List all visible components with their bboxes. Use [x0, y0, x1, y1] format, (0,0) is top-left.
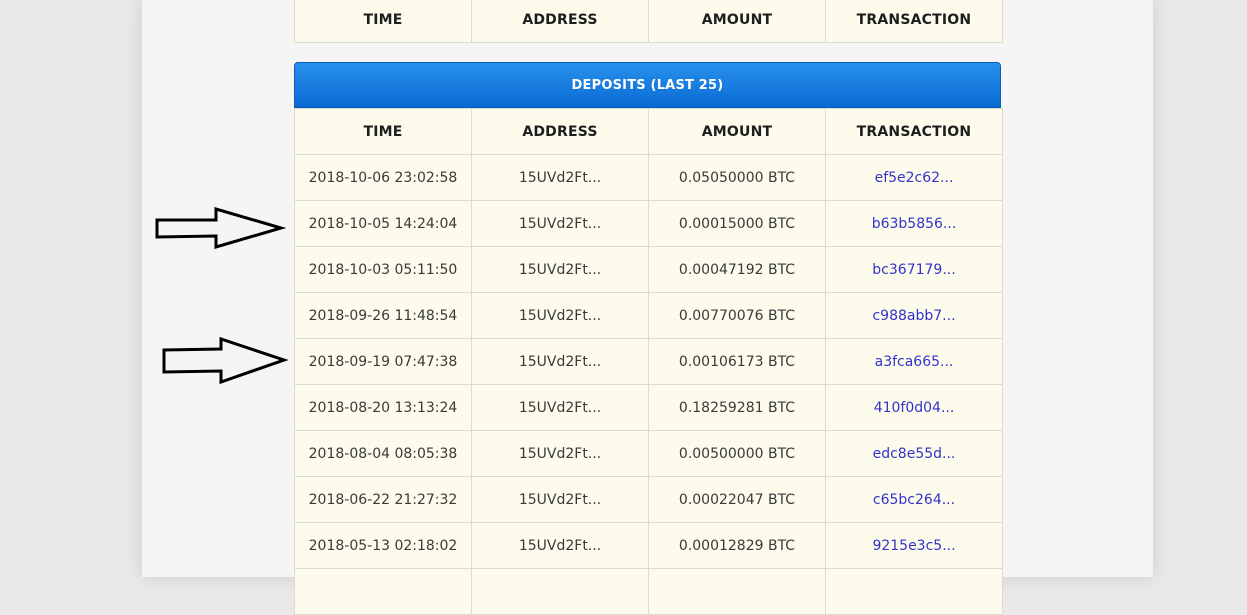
table-header-row: TIME ADDRESS AMOUNT TRANSACTION	[294, 108, 1003, 155]
right-arrow-icon	[162, 336, 289, 385]
cell-address: 15UVd2Ft...	[471, 200, 649, 247]
table-row: 2018-05-13 02:18:02 15UVd2Ft... 0.000128…	[294, 522, 1003, 569]
cell-transaction: edc8e55d...	[825, 430, 1003, 477]
table-row: 2018-08-04 08:05:38 15UVd2Ft... 0.005000…	[294, 430, 1003, 477]
cell-amount: 0.00500000 BTC	[648, 430, 826, 477]
cell-address: 15UVd2Ft...	[471, 338, 649, 385]
table-row: 2018-08-20 13:13:24 15UVd2Ft... 0.182592…	[294, 384, 1003, 431]
cell-amount: 0.00012829 BTC	[648, 522, 826, 569]
cell-address: 15UVd2Ft...	[471, 384, 649, 431]
transaction-link[interactable]: a3fca665...	[875, 354, 954, 370]
cell-time: 2018-09-26 11:48:54	[294, 292, 472, 339]
cell-time: 2018-10-06 23:02:58	[294, 154, 472, 201]
column-header-transaction: TRANSACTION	[825, 108, 1003, 155]
deposits-title: DEPOSITS (LAST 25)	[294, 62, 1001, 108]
cell-address: 15UVd2Ft...	[471, 476, 649, 523]
transaction-link[interactable]: 410f0d04...	[874, 400, 955, 416]
column-header-address: ADDRESS	[471, 0, 649, 43]
cell-address: 15UVd2Ft...	[471, 246, 649, 293]
table-row: 2018-09-26 11:48:54 15UVd2Ft... 0.007700…	[294, 292, 1003, 339]
cell-transaction: 410f0d04...	[825, 384, 1003, 431]
transaction-link[interactable]: edc8e55d...	[873, 446, 956, 462]
right-arrow-icon	[155, 206, 286, 250]
cell-time: 2018-10-03 05:11:50	[294, 246, 472, 293]
cell-transaction: bc367179...	[825, 246, 1003, 293]
cell-time: 2018-08-20 13:13:24	[294, 384, 472, 431]
cell-transaction: 9215e3c5...	[825, 522, 1003, 569]
cell-time: 2018-06-22 21:27:32	[294, 476, 472, 523]
table-row: 2018-10-03 05:11:50 15UVd2Ft... 0.000471…	[294, 246, 1003, 293]
cell-transaction: ef5e2c62...	[825, 154, 1003, 201]
deposits-section: DEPOSITS (LAST 25) TIME ADDRESS AMOUNT T…	[294, 62, 1003, 615]
cell-transaction: c65bc264...	[825, 476, 1003, 523]
cell-time: 2018-09-19 07:47:38	[294, 338, 472, 385]
table-header-row: TIME ADDRESS AMOUNT TRANSACTION	[294, 0, 1003, 43]
cell-address: 15UVd2Ft...	[471, 292, 649, 339]
table-row: 2018-10-06 23:02:58 15UVd2Ft... 0.050500…	[294, 154, 1003, 201]
cell-amount: 0.00106173 BTC	[648, 338, 826, 385]
cell-address: 15UVd2Ft...	[471, 522, 649, 569]
deposits-table: TIME ADDRESS AMOUNT TRANSACTION 2018-10-…	[294, 108, 1003, 615]
cell-transaction: b63b5856...	[825, 200, 1003, 247]
cell-amount: 0.00047192 BTC	[648, 246, 826, 293]
column-header-amount: AMOUNT	[648, 0, 826, 43]
cell-amount	[648, 568, 826, 615]
withdrawals-table-header: TIME ADDRESS AMOUNT TRANSACTION	[294, 0, 1003, 43]
transaction-link[interactable]: 9215e3c5...	[872, 538, 955, 554]
column-header-transaction: TRANSACTION	[825, 0, 1003, 43]
cell-amount: 0.00022047 BTC	[648, 476, 826, 523]
table-row: 2018-10-05 14:24:04 15UVd2Ft... 0.000150…	[294, 200, 1003, 247]
cell-amount: 0.05050000 BTC	[648, 154, 826, 201]
cell-address: 15UVd2Ft...	[471, 430, 649, 477]
cell-address	[471, 568, 649, 615]
transaction-link[interactable]: bc367179...	[872, 262, 955, 278]
cell-transaction	[825, 568, 1003, 615]
cell-amount: 0.00015000 BTC	[648, 200, 826, 247]
cell-time: 2018-10-05 14:24:04	[294, 200, 472, 247]
column-header-time: TIME	[294, 108, 472, 155]
cell-transaction: a3fca665...	[825, 338, 1003, 385]
cell-time: 2018-08-04 08:05:38	[294, 430, 472, 477]
cell-amount: 0.00770076 BTC	[648, 292, 826, 339]
transaction-link[interactable]: b63b5856...	[872, 216, 957, 232]
cell-time: 2018-05-13 02:18:02	[294, 522, 472, 569]
table-row: 2018-06-22 21:27:32 15UVd2Ft... 0.000220…	[294, 476, 1003, 523]
table-row	[294, 568, 1003, 615]
cell-transaction: c988abb7...	[825, 292, 1003, 339]
column-header-time: TIME	[294, 0, 472, 43]
transaction-link[interactable]: ef5e2c62...	[875, 170, 954, 186]
table-row: 2018-09-19 07:47:38 15UVd2Ft... 0.001061…	[294, 338, 1003, 385]
cell-amount: 0.18259281 BTC	[648, 384, 826, 431]
cell-address: 15UVd2Ft...	[471, 154, 649, 201]
column-header-address: ADDRESS	[471, 108, 649, 155]
transaction-link[interactable]: c65bc264...	[873, 492, 955, 508]
transaction-link[interactable]: c988abb7...	[872, 308, 955, 324]
cell-time	[294, 568, 472, 615]
column-header-amount: AMOUNT	[648, 108, 826, 155]
